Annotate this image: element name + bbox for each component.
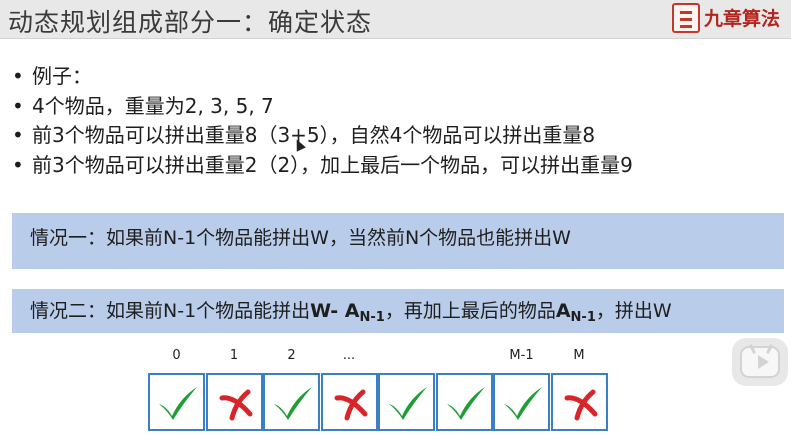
case-two-w-minus: W- A — [310, 300, 360, 322]
case-two-suffix: ，拼出W — [595, 300, 672, 322]
bullet-list: • 例子： • 4个物品，重量为2, 3, 5, 7 • 前3个物品可以拼出重量… — [10, 62, 790, 180]
title-bar: 动态规划组成部分一：确定状态 九章算法 — [0, 0, 791, 39]
bullet-text: 例子： — [32, 64, 92, 88]
case-two-prefix: 情况二：如果前N-1个物品能拼出 — [30, 300, 311, 322]
case-one-text: 情况一：如果前N-1个物品能拼出W，当然前N个物品也能拼出W — [30, 227, 571, 249]
case-one-box: 情况一：如果前N-1个物品能拼出W，当然前N个物品也能拼出W — [12, 213, 784, 269]
grid-label: ... — [342, 348, 356, 363]
grid-cell — [435, 373, 493, 431]
slide-title: 动态规划组成部分一：确定状态 — [8, 8, 373, 37]
brand-logo: 九章算法 — [672, 2, 791, 35]
grid-cell — [205, 373, 263, 431]
list-item: • 前3个物品可以拼出重量2（2），加上最后一个物品，可以拼出重量9 — [10, 151, 790, 181]
bullet-text: 4个物品，重量为2, 3, 5, 7 — [32, 93, 274, 118]
grid-cell — [320, 373, 378, 431]
case-two-subscript: N-1 — [570, 310, 596, 325]
seal-icon — [672, 3, 700, 33]
case-two-box: 情况二：如果前N-1个物品能拼出W- AN-1，再加上最后的物品AN-1，拼出W — [12, 289, 784, 333]
grid-label: M — [573, 348, 585, 363]
bullet-text: 前3个物品可以拼出重量2（2），加上最后一个物品，可以拼出重量9 — [32, 152, 633, 177]
brand-name: 九章算法 — [704, 8, 781, 30]
bullet-text: 前3个物品可以拼出重量8（3+5），自然4个物品可以拼出重量8 — [32, 123, 596, 147]
cross-icon — [564, 389, 597, 421]
list-item: • 前3个物品可以拼出重量8（3+5），自然4个物品可以拼出重量8 — [10, 121, 790, 151]
grid-cell — [550, 373, 608, 431]
cross-icon — [219, 389, 252, 421]
grid-label: 1 — [229, 348, 239, 363]
grid-label: 2 — [287, 348, 296, 363]
case-two-subscript: N-1 — [359, 310, 385, 325]
check-icon — [389, 387, 427, 420]
check-icon — [504, 387, 542, 420]
cross-icon — [334, 389, 367, 421]
list-item: • 4个物品，重量为2, 3, 5, 7 — [10, 92, 790, 122]
case-two-middle: ，再加上最后的物品 — [384, 300, 556, 322]
video-watermark-icon — [732, 338, 788, 386]
state-grid — [148, 373, 608, 431]
bullet-marker: • — [12, 64, 24, 88]
bullet-marker: • — [12, 93, 24, 118]
check-icon — [446, 387, 485, 420]
grid-cell — [263, 373, 320, 431]
bullet-marker: • — [12, 123, 24, 147]
grid-labels: 0 1 2... M-1 M — [148, 348, 608, 368]
case-two-a: A — [555, 300, 571, 322]
check-icon — [274, 387, 312, 420]
grid-label: M-1 — [509, 348, 534, 363]
grid-cell — [493, 373, 550, 431]
grid-label: 0 — [172, 348, 181, 363]
check-icon — [159, 387, 197, 420]
grid-cell — [378, 373, 435, 431]
grid-cell — [148, 373, 205, 431]
list-item: • 例子： — [10, 62, 790, 92]
bullet-marker: • — [12, 152, 24, 177]
